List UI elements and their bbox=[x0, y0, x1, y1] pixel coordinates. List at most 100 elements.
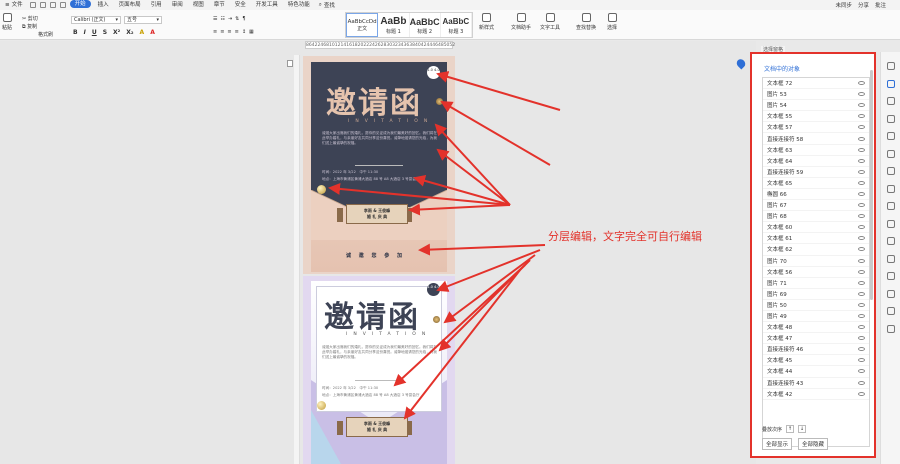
object-list-item[interactable]: 图片 50 bbox=[763, 300, 869, 311]
line-spacing-icon[interactable]: ↕ bbox=[242, 29, 249, 35]
style-normal[interactable]: AaBbCcDd 正文 bbox=[346, 13, 379, 37]
bold-button[interactable]: B bbox=[73, 29, 78, 36]
send-backward-button[interactable]: ↓ bbox=[798, 425, 807, 433]
object-list-item[interactable]: 直接连接符 58 bbox=[763, 133, 869, 145]
object-list-item[interactable]: 直接连接符 43 bbox=[763, 378, 869, 389]
find-replace-button[interactable]: 查找替换 bbox=[576, 13, 596, 31]
vertical-ruler[interactable] bbox=[294, 55, 300, 464]
card1-gold-flower[interactable] bbox=[436, 98, 443, 105]
image-icon[interactable] bbox=[887, 254, 895, 263]
object-list-item[interactable]: 文本框 62 bbox=[763, 244, 869, 256]
card1-divider[interactable] bbox=[355, 165, 403, 166]
card2-place[interactable]: 地点：上海市黄浦区黄浦大酒店 88 号 A8 大酒店 3 号宴会厅 bbox=[322, 393, 442, 399]
more-icon[interactable] bbox=[887, 324, 895, 333]
card1-body[interactable]: 诚邀大家出席我们的婚礼，愿你的见证成为我们最美好的回忆。我们将在此举办婚礼，与亲… bbox=[322, 131, 437, 161]
print-icon[interactable] bbox=[39, 2, 46, 8]
object-list-item[interactable]: 文本框 42 bbox=[763, 389, 869, 400]
eye-icon[interactable] bbox=[858, 302, 865, 307]
menu-tab[interactable]: 开发工具 bbox=[251, 0, 283, 10]
numbered-list-icon[interactable]: ☷ bbox=[220, 16, 227, 22]
chart-icon[interactable] bbox=[887, 167, 895, 175]
menu-tab[interactable]: 章节 bbox=[209, 0, 230, 10]
horizontal-ruler[interactable]: 8 6 4 2 2 4 6 8 10 12 14 16 18 20 22 24 26 28 30 32 34 36 38 40… bbox=[305, 41, 455, 49]
eye-icon[interactable] bbox=[858, 203, 865, 208]
help-icon[interactable] bbox=[887, 307, 895, 315]
object-list-scrollbar[interactable] bbox=[870, 70, 873, 300]
hide-all-button[interactable]: 全部隐藏 bbox=[798, 438, 829, 450]
object-list-item[interactable]: 文本框 45 bbox=[763, 355, 869, 367]
object-list-item[interactable]: 图片 70 bbox=[763, 256, 869, 267]
undo-icon[interactable] bbox=[49, 2, 56, 8]
select-button[interactable]: 选择 bbox=[607, 13, 617, 31]
menu-tab[interactable]: 页面布局 bbox=[114, 0, 146, 10]
eye-icon[interactable] bbox=[858, 369, 865, 374]
card2-time[interactable]: 时间：2022 年 3/22 中午 11:30 bbox=[322, 386, 442, 392]
superscript-icon[interactable]: X² bbox=[113, 29, 120, 36]
page-icon[interactable] bbox=[287, 60, 293, 67]
eye-icon[interactable] bbox=[858, 191, 865, 196]
card2-nameplate[interactable]: 李雨 & 王俊峰婚 礼 庆 典 bbox=[346, 417, 408, 437]
redo-icon[interactable] bbox=[59, 2, 66, 8]
transform-icon[interactable] bbox=[887, 219, 895, 228]
eye-icon[interactable] bbox=[858, 214, 865, 219]
subscript-icon[interactable]: X₂ bbox=[126, 29, 133, 36]
style-heading-3[interactable]: AaBbC 标题 3 bbox=[441, 13, 472, 37]
eye-icon[interactable] bbox=[858, 81, 865, 86]
eye-icon[interactable] bbox=[858, 92, 865, 97]
shapes-icon[interactable] bbox=[887, 114, 895, 123]
card2-body[interactable]: 诚邀大家出席我们的婚礼，愿你的见证成为我们最美好的回忆。我们将在此举办婚礼，与亲… bbox=[322, 345, 437, 375]
font-name-select[interactable]: Calibri (正文) ▾ bbox=[71, 16, 121, 24]
menu-tab[interactable]: 视图 bbox=[188, 0, 209, 10]
highlight-icon[interactable]: A bbox=[140, 29, 145, 36]
style-heading-2[interactable]: AaBbC 标题 2 bbox=[410, 13, 441, 37]
object-list-item[interactable]: 文本框 55 bbox=[763, 111, 869, 123]
eye-icon[interactable] bbox=[858, 336, 865, 341]
menu-tab[interactable]: 安全 bbox=[230, 0, 251, 10]
cursor-icon[interactable] bbox=[887, 79, 895, 88]
eye-icon[interactable] bbox=[858, 180, 865, 185]
card2-subtitle[interactable]: INVITATION bbox=[346, 332, 431, 337]
object-list-item[interactable]: 图片 54 bbox=[763, 100, 869, 112]
object-list-item[interactable]: 图片 69 bbox=[763, 289, 869, 300]
menu-tab[interactable]: 引用 bbox=[146, 0, 167, 10]
eye-icon[interactable] bbox=[858, 114, 865, 119]
copy-button[interactable]: ⧉ 复制 bbox=[22, 23, 37, 30]
card1-footer[interactable]: 诚 邀 您 参 加 bbox=[346, 252, 405, 259]
underline-button[interactable]: U bbox=[92, 29, 97, 36]
brush-icon[interactable] bbox=[887, 289, 895, 298]
eye-icon[interactable] bbox=[858, 291, 865, 296]
font-size-select[interactable]: 五号 ▾ bbox=[124, 16, 162, 24]
card2-title[interactable]: 邀请函 bbox=[324, 292, 420, 336]
save-icon[interactable] bbox=[29, 2, 36, 8]
font-color-icon[interactable]: A bbox=[150, 29, 155, 36]
card1-time[interactable]: 时间：2022 年 3/22 中午 11:30 bbox=[322, 170, 442, 176]
new-style-button[interactable]: 新样式 bbox=[479, 13, 494, 31]
eye-icon[interactable] bbox=[858, 147, 865, 152]
object-list-item[interactable]: 文本框 61 bbox=[763, 233, 869, 245]
object-list-item[interactable]: 文本框 65 bbox=[763, 178, 869, 189]
text-icon[interactable] bbox=[887, 184, 895, 193]
italic-button[interactable]: I bbox=[84, 29, 86, 36]
show-marks-icon[interactable]: ¶ bbox=[242, 16, 248, 22]
object-list-item[interactable]: 文本框 56 bbox=[763, 267, 869, 278]
share-button[interactable]: 分享 bbox=[858, 1, 869, 9]
card2-badge[interactable]: 1.0 4.0 bbox=[427, 283, 440, 296]
eye-icon[interactable] bbox=[858, 314, 865, 319]
eye-icon[interactable] bbox=[858, 325, 865, 330]
strikethrough-icon[interactable]: S bbox=[103, 29, 107, 36]
eye-icon[interactable] bbox=[858, 380, 865, 385]
search-box[interactable]: ⌕ 查找 bbox=[319, 1, 335, 10]
object-list-item[interactable]: 椭圆 66 bbox=[763, 189, 869, 201]
eye-icon[interactable] bbox=[858, 258, 865, 263]
doc-helper-button[interactable]: 文档助手 bbox=[511, 13, 531, 31]
object-list-item[interactable]: 图片 67 bbox=[763, 200, 869, 212]
table-icon[interactable] bbox=[887, 149, 895, 158]
object-list-item[interactable]: 图片 71 bbox=[763, 278, 869, 289]
menu-tab[interactable]: 插入 bbox=[93, 0, 114, 10]
eye-icon[interactable] bbox=[858, 347, 865, 352]
eye-icon[interactable] bbox=[858, 158, 865, 163]
cut-button[interactable]: ✂ 剪切 bbox=[22, 15, 38, 22]
format-painter-button[interactable]: 格式刷 bbox=[38, 31, 53, 38]
adjust-icon[interactable] bbox=[887, 202, 895, 210]
menu-tab[interactable]: 审阅 bbox=[167, 0, 188, 10]
